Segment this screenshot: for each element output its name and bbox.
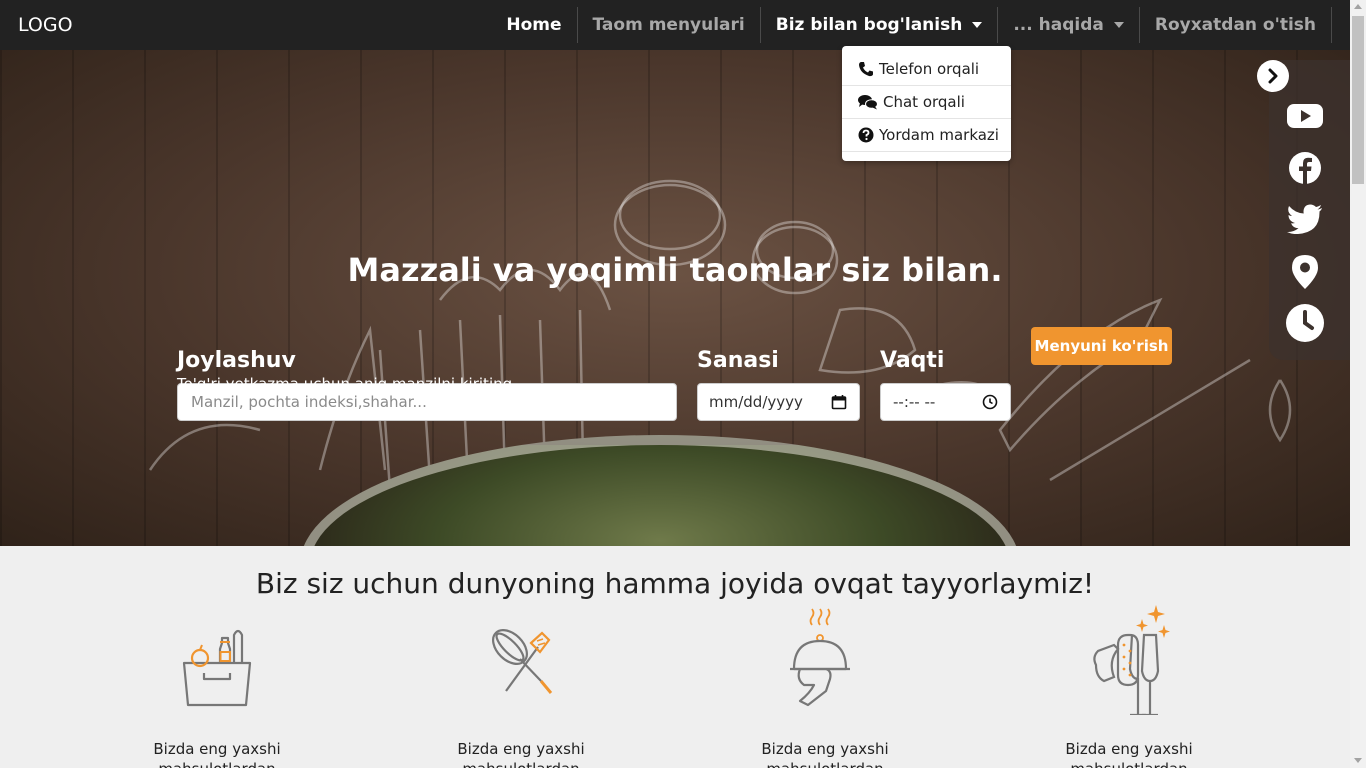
chevron-right-icon — [1268, 68, 1278, 84]
date-input[interactable]: mm/dd/yyyy — [697, 383, 860, 421]
feature-text: Bizda eng yaxshi mahsulotlardan — [1065, 740, 1193, 768]
clock-icon[interactable] — [1286, 304, 1324, 342]
scroll-up-arrow-icon[interactable] — [1354, 4, 1362, 9]
twitter-icon[interactable] — [1286, 200, 1324, 238]
chat-icon — [858, 95, 878, 110]
time-input-value: --:-- -- — [893, 393, 936, 411]
time-input[interactable]: --:-- -- — [880, 383, 1011, 421]
feature-text: Bizda eng yaxshi mahsulotlardan — [153, 740, 281, 768]
nav-item-label: Taom menyulari — [592, 15, 745, 35]
nav-menu: Home Taom menyulari Biz bilan bog'lanish… — [491, 7, 1332, 43]
nav-item-label: Royxatdan o'tish — [1154, 15, 1316, 35]
nav-item-menus[interactable]: Taom menyulari — [578, 7, 761, 43]
nav-item-home[interactable]: Home — [491, 7, 578, 43]
cleaning-glasses-icon — [1093, 605, 1170, 715]
location-label: Joylashuv — [177, 348, 296, 373]
feature-card: Bizda eng yaxshi mahsulotlardan — [1009, 605, 1249, 768]
calendar-icon[interactable] — [831, 394, 847, 410]
grocery-basket-icon — [182, 629, 252, 707]
phone-icon — [859, 62, 873, 77]
nav-item-about[interactable]: ... haqida — [998, 7, 1140, 43]
view-menu-button[interactable]: Menyuni ko'rish — [1031, 327, 1172, 365]
location-pin-icon[interactable] — [1286, 253, 1324, 291]
feature-text: Bizda eng yaxshi mahsulotlardan — [761, 740, 889, 768]
logo[interactable]: LOGO — [18, 14, 73, 36]
facebook-icon[interactable] — [1286, 149, 1324, 187]
contact-dropdown-menu: Telefon orqali Chat orqali Yordam markaz… — [842, 46, 1011, 161]
caret-down-icon — [972, 22, 983, 28]
time-label: Vaqti — [880, 348, 945, 373]
help-icon — [858, 127, 874, 143]
nav-item-contact[interactable]: Biz bilan bog'lanish — [761, 7, 999, 43]
dropdown-item-label: Chat orqali — [883, 93, 965, 111]
scroll-down-arrow-icon[interactable] — [1354, 758, 1362, 763]
navbar: LOGO Home Taom menyulari Biz bilan bog'l… — [0, 0, 1350, 50]
date-label: Sanasi — [697, 348, 779, 373]
whisk-spatula-icon — [492, 629, 553, 694]
dropdown-item-phone[interactable]: Telefon orqali — [842, 53, 1011, 86]
hero-section — [0, 50, 1350, 546]
serving-cloche-icon — [790, 608, 850, 707]
feature-card: Bizda eng yaxshi mahsulotlardan — [97, 605, 337, 768]
sidebar-toggle-button[interactable] — [1257, 60, 1289, 92]
nav-item-register[interactable]: Royxatdan o'tish — [1140, 7, 1332, 43]
clock-small-icon[interactable] — [982, 394, 998, 410]
section-title: Biz siz uchun dunyoning hamma joyida ovq… — [255, 567, 1095, 600]
feature-card: Bizda eng yaxshi mahsulotlardan — [705, 605, 945, 768]
feature-text: Bizda eng yaxshi mahsulotlardan — [457, 740, 585, 768]
nav-item-label: ... haqida — [1013, 15, 1104, 35]
dropdown-item-label: Telefon orqali — [879, 60, 980, 78]
dropdown-item-help[interactable]: Yordam markazi — [842, 119, 1011, 152]
location-input-placeholder: Manzil, pochta indeksi,shahar... — [191, 393, 427, 411]
dropdown-item-chat[interactable]: Chat orqali — [842, 86, 1011, 119]
dropdown-item-label: Yordam markazi — [879, 126, 999, 144]
location-hint: To'g'ri yetkazma uchun aniq manzilni kir… — [177, 375, 513, 393]
feature-card: Bizda eng yaxshi mahsulotlardan — [401, 605, 641, 768]
hero-title: Mazzali va yoqimli taomlar siz bilan. — [347, 251, 1003, 289]
nav-item-label: Home — [506, 15, 562, 35]
date-input-value: mm/dd/yyyy — [709, 393, 803, 411]
scrollbar-thumb[interactable] — [1352, 16, 1364, 184]
nav-item-label: Biz bilan bog'lanish — [775, 15, 963, 35]
caret-down-icon — [1113, 22, 1124, 28]
youtube-icon[interactable] — [1286, 97, 1324, 135]
